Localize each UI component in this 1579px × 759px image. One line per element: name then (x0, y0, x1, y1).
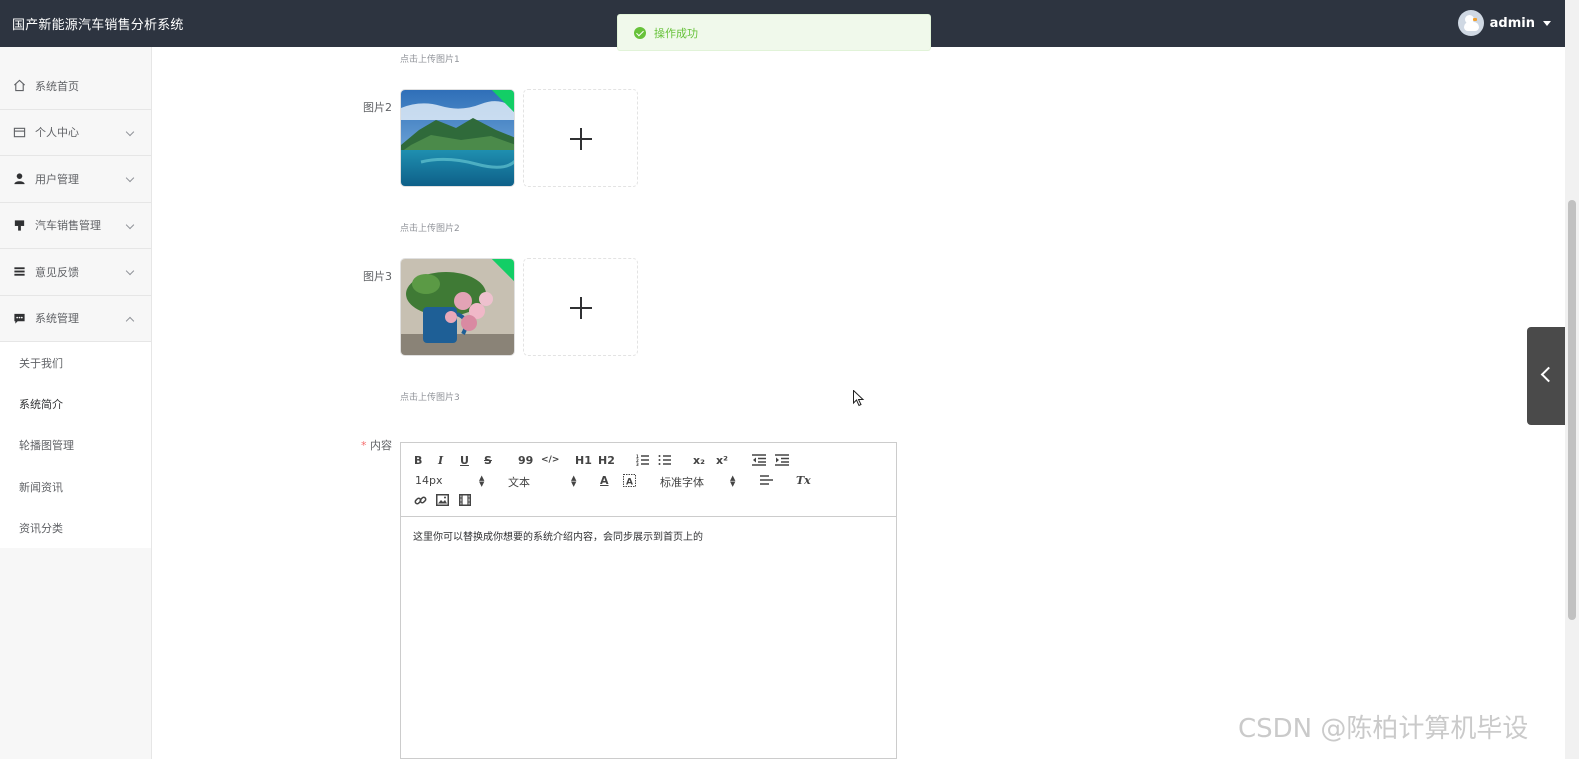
sidebar-item-label: 个人中心 (35, 126, 79, 140)
toast-message: 操作成功 (654, 26, 698, 40)
align-icon[interactable] (760, 473, 773, 487)
submenu-item-intro[interactable]: 系统简介 (0, 383, 151, 424)
link-icon[interactable] (414, 493, 427, 507)
strike-button[interactable]: S (484, 453, 492, 467)
caret-down-icon[interactable] (1543, 20, 1551, 26)
chevron-down-icon (125, 127, 135, 136)
font-color-icon[interactable]: A (600, 473, 609, 487)
italic-button[interactable]: I (438, 453, 443, 467)
clear-format-button[interactable]: Tx (796, 473, 811, 487)
sidebar-item-label: 用户管理 (35, 172, 79, 186)
header-select[interactable]: 文本 ▲ ▼ (508, 474, 578, 490)
plus-icon (570, 297, 592, 319)
list-icon (12, 265, 26, 279)
editor-content[interactable]: 这里你可以替换成你想要的系统介绍内容，会同步展示到首页上的 (401, 517, 896, 554)
card-icon (12, 125, 26, 139)
required-asterisk: * (361, 439, 367, 452)
upload-hint-2: 点击上传图片2 (400, 224, 460, 234)
code-block-button[interactable]: </> (541, 453, 559, 467)
sidebar-item-car-sales[interactable]: 汽车销售管理 (0, 203, 151, 249)
rich-text-editor: B I U S 99 </> H1 H2 123 x₂ x² 14px ▲ ▼ 文… (400, 442, 897, 759)
home-icon (12, 79, 26, 93)
submenu-item-news-category[interactable]: 资讯分类 (0, 507, 151, 548)
image-uploader-3[interactable] (523, 258, 638, 356)
submenu-item-carousel[interactable]: 轮播图管理 (0, 425, 151, 466)
ordered-list-icon[interactable]: 123 (636, 453, 650, 467)
brush-icon (12, 218, 26, 232)
sidebar-item-label: 系统首页 (35, 79, 79, 93)
superscript-button[interactable]: x² (716, 453, 728, 467)
uploaded-image-3[interactable] (400, 258, 515, 356)
svg-text:3: 3 (636, 462, 639, 466)
success-toast: 操作成功 (617, 14, 931, 51)
h1-button[interactable]: H1 (575, 453, 592, 467)
system-submenu: 关于我们 系统简介 轮播图管理 新闻资讯 资讯分类 (0, 342, 151, 549)
video-icon[interactable] (459, 493, 471, 507)
app-title: 国产新能源汽车销售分析系统 (12, 18, 184, 33)
uploaded-image-2[interactable] (400, 89, 515, 187)
upload-hint-1: 点击上传图片1 (400, 55, 460, 65)
sidebar-item-label: 汽车销售管理 (35, 219, 101, 233)
bold-button[interactable]: B (414, 453, 422, 467)
bullet-list-icon[interactable] (658, 453, 672, 467)
island-image (401, 90, 514, 186)
chevron-down-icon (125, 266, 135, 276)
sidebar-item-system[interactable]: 系统管理 (0, 296, 151, 342)
sidebar-item-users[interactable]: 用户管理 (0, 156, 151, 203)
subscript-button[interactable]: x₂ (693, 453, 705, 467)
plus-icon (570, 128, 592, 150)
user-icon (12, 172, 26, 186)
watermark: CSDN @陈柏计算机毕设 (1238, 714, 1529, 744)
label-content: * 内容 (332, 437, 392, 453)
submenu-item-news[interactable]: 新闻资讯 (0, 466, 151, 507)
editor-toolbar: B I U S 99 </> H1 H2 123 x₂ x² 14px ▲ ▼ 文… (401, 443, 896, 517)
sidebar-item-label: 系统管理 (35, 312, 79, 326)
chevron-left-icon (1540, 366, 1557, 383)
upload-hint-3: 点击上传图片3 (400, 393, 460, 403)
success-check-icon (634, 26, 646, 39)
username[interactable]: admin (1490, 16, 1535, 31)
sidebar-item-feedback[interactable]: 意见反馈 (0, 249, 151, 296)
chevron-down-icon (125, 220, 135, 229)
page-scrollbar[interactable] (1565, 0, 1579, 759)
indent-icon[interactable] (775, 453, 789, 467)
chat-icon (12, 311, 26, 325)
label-picture-2: 图片2 (363, 101, 392, 114)
h2-button[interactable]: H2 (598, 453, 615, 467)
chevron-down-icon (125, 173, 135, 183)
right-drawer-toggle[interactable] (1527, 327, 1568, 425)
sidebar-item-label: 意见反馈 (35, 265, 79, 279)
scrollbar-thumb[interactable] (1568, 200, 1576, 620)
avatar[interactable] (1457, 10, 1484, 36)
font-family-select[interactable]: 标准字体 ▲ ▼ (660, 474, 740, 490)
sidebar-item-home[interactable]: 系统首页 (0, 63, 151, 110)
font-size-select[interactable]: 14px ▲ ▼ (415, 474, 485, 488)
submenu-item-about[interactable]: 关于我们 (0, 342, 151, 383)
svg-text:A: A (626, 477, 633, 487)
background-color-icon[interactable]: A (623, 473, 636, 487)
sidebar: 系统首页 个人中心 用户管理 汽车销售管理 意见反馈 系统管理 关于我们 系统简… (0, 47, 152, 759)
sidebar-item-profile[interactable]: 个人中心 (0, 110, 151, 156)
user-menu[interactable]: admin (1457, 9, 1551, 37)
label-content-text: 内容 (370, 439, 392, 452)
chevron-up-icon (125, 316, 135, 325)
label-picture-3: 图片3 (363, 270, 392, 283)
image-icon[interactable] (436, 493, 449, 507)
outdent-icon[interactable] (752, 453, 766, 467)
flower-vase-image (401, 259, 514, 355)
underline-button[interactable]: U (460, 453, 469, 467)
blockquote-button[interactable]: 99 (518, 453, 533, 467)
image-uploader-2[interactable] (523, 89, 638, 187)
